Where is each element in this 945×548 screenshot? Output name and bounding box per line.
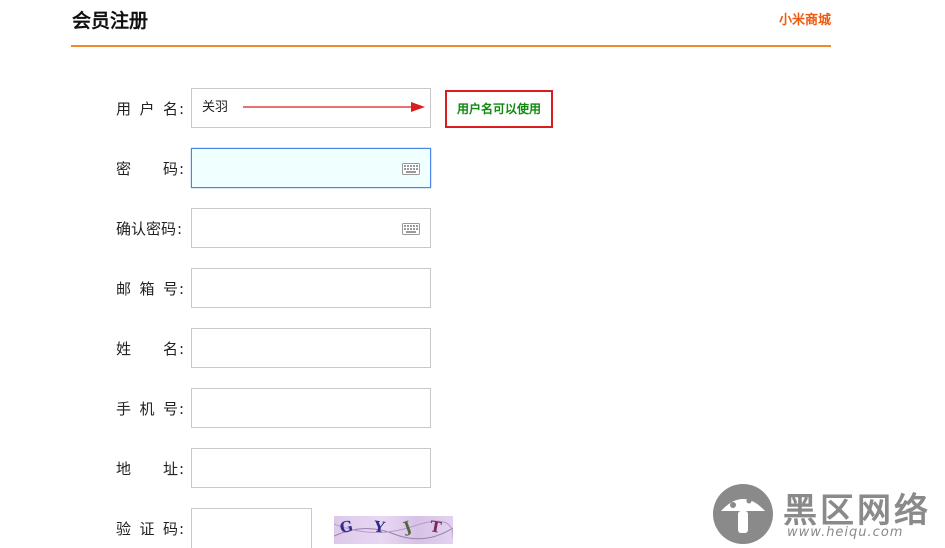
page-title: 会员注册 — [72, 10, 149, 32]
watermark-url: www.heiqu.com — [787, 525, 904, 540]
mushroom-logo-icon — [713, 484, 773, 544]
phone-input[interactable] — [191, 388, 431, 428]
address-input[interactable] — [191, 448, 431, 488]
email-input[interactable] — [191, 268, 431, 308]
name-label: 姓 名 : — [116, 340, 185, 358]
password-input[interactable] — [191, 148, 431, 188]
keyboard-icon[interactable] — [402, 223, 420, 235]
address-label: 地 址 : — [116, 460, 185, 478]
username-label: 用 户 名 : — [116, 100, 185, 118]
watermark: 黑区网络 www.heiqu.com — [711, 483, 941, 545]
confirm-password-input[interactable] — [191, 208, 431, 248]
captcha-input[interactable] — [191, 508, 312, 548]
store-link[interactable]: 小米商城 — [779, 9, 831, 28]
username-available-hint: 用户名可以使用 — [445, 90, 553, 128]
keyboard-icon[interactable] — [402, 163, 420, 175]
name-input[interactable] — [191, 328, 431, 368]
arrow-annotation — [243, 102, 425, 112]
password-label: 密 码 : — [116, 160, 185, 178]
username-value: 关羽 — [202, 100, 229, 115]
captcha-image[interactable]: G Y J T — [334, 516, 453, 544]
header-divider — [71, 45, 831, 47]
captcha-char: Y — [372, 517, 386, 537]
email-label: 邮 箱 号 : — [116, 280, 185, 298]
phone-label: 手 机 号 : — [116, 400, 185, 418]
captcha-label: 验 证 码 : — [116, 520, 185, 538]
confirm-password-label: 确认密码: — [116, 220, 183, 238]
